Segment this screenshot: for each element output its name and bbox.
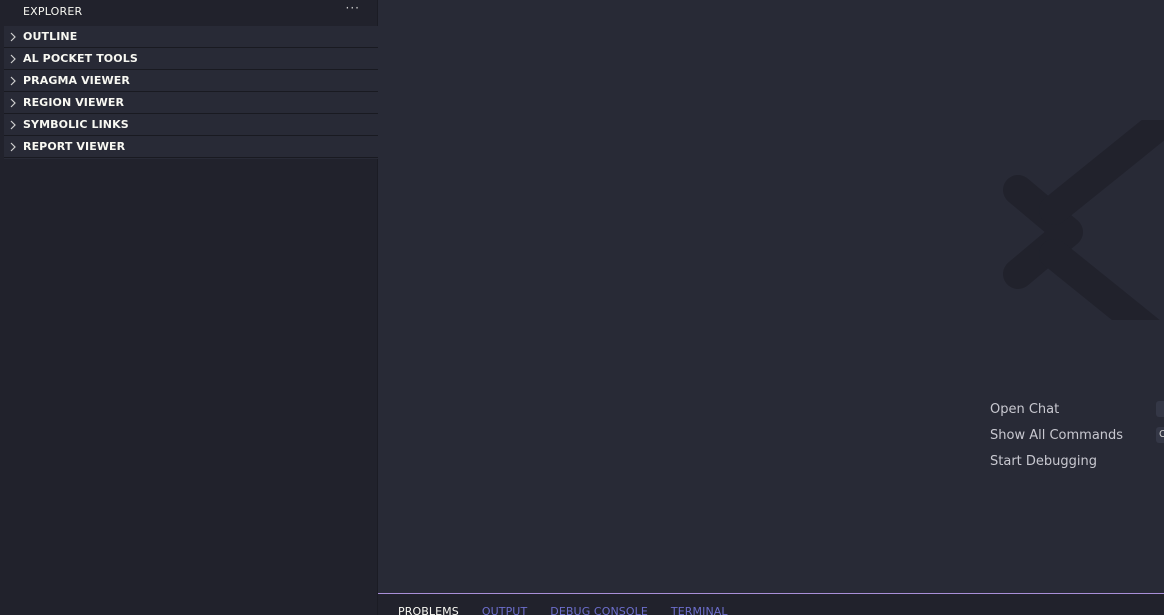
section-label: REGION VIEWER [23, 96, 125, 109]
section-label: REPORT VIEWER [23, 140, 126, 153]
shortcut-show-all-commands[interactable]: Show All Commands Ct [990, 422, 1164, 448]
editor-area: Open Chat Show All Commands Ct Start Deb… [378, 0, 1164, 593]
section-label: PRAGMA VIEWER [23, 74, 130, 87]
sidebar-sections: OUTLINE AL POCKET TOOLS PRAGMA VIEWER RE… [4, 26, 378, 159]
keybinding: Ct [1156, 427, 1164, 443]
shortcut-label: Open Chat [990, 401, 1060, 417]
chevron-right-icon [8, 26, 18, 48]
shortcut-label: Start Debugging [990, 453, 1097, 469]
vscode-window: EXPLORER ··· OUTLINE AL POCKET TOOLS PRA… [0, 0, 1164, 615]
welcome-shortcuts: Open Chat Show All Commands Ct Start Deb… [990, 396, 1164, 474]
keybinding [1156, 401, 1164, 417]
section-label: SYMBOLIC LINKS [23, 118, 129, 131]
section-al-pocket-tools[interactable]: AL POCKET TOOLS [4, 48, 378, 70]
shortcut-start-debugging[interactable]: Start Debugging [990, 448, 1164, 474]
bottom-panel: PROBLEMS OUTPUT DEBUG CONSOLE TERMINAL [378, 593, 1164, 615]
sidebar-title: EXPLORER [23, 4, 83, 18]
tab-debug-console[interactable]: DEBUG CONSOLE [550, 594, 648, 615]
more-actions-icon[interactable]: ··· [346, 1, 360, 15]
section-report-viewer[interactable]: REPORT VIEWER [4, 136, 378, 158]
chevron-right-icon [8, 48, 18, 70]
section-pragma-viewer[interactable]: PRAGMA VIEWER [4, 70, 378, 92]
tab-problems[interactable]: PROBLEMS [398, 594, 459, 615]
chevron-right-icon [8, 114, 18, 136]
sidebar: EXPLORER ··· OUTLINE AL POCKET TOOLS PRA… [0, 0, 378, 615]
panel-tabs: PROBLEMS OUTPUT DEBUG CONSOLE TERMINAL [378, 594, 1164, 615]
tab-output[interactable]: OUTPUT [482, 594, 527, 615]
section-outline[interactable]: OUTLINE [4, 26, 378, 48]
chevron-right-icon [8, 70, 18, 92]
chevron-right-icon [8, 92, 18, 114]
section-region-viewer[interactable]: REGION VIEWER [4, 92, 378, 114]
section-symbolic-links[interactable]: SYMBOLIC LINKS [4, 114, 378, 136]
shortcut-open-chat[interactable]: Open Chat [990, 396, 1164, 422]
section-label: OUTLINE [23, 30, 78, 43]
section-label: AL POCKET TOOLS [23, 52, 138, 65]
tab-terminal[interactable]: TERMINAL [671, 594, 728, 615]
chevron-right-icon [8, 136, 18, 158]
sidebar-header: EXPLORER ··· [0, 0, 377, 22]
vscode-logo-icon [998, 102, 1164, 362]
shortcut-label: Show All Commands [990, 427, 1124, 443]
